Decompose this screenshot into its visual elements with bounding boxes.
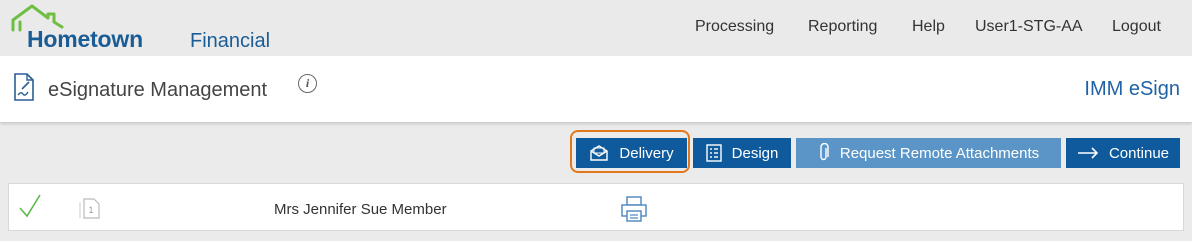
printer-icon[interactable] [620,196,648,222]
document-count: 1 [88,205,93,215]
brand-logo[interactable]: Hometown Financial [10,4,290,54]
signature-document-icon [14,73,34,101]
check-icon [19,194,41,218]
page-title: eSignature Management [48,79,268,101]
brand-name-primary: Hometown [27,26,143,52]
nav-user-account[interactable]: User1-STG-AA [975,17,1083,37]
delivery-button[interactable]: Delivery [576,138,687,168]
paperclip-icon [818,143,830,163]
nav-processing[interactable]: Processing [695,17,774,37]
delivery-button-label: Delivery [619,144,674,162]
continue-button[interactable]: Continue [1066,138,1180,168]
arrow-right-icon [1077,147,1099,159]
document-count-icon: 1 [79,198,100,219]
design-button[interactable]: Design [693,138,791,168]
continue-button-label: Continue [1108,144,1170,162]
nav-logout[interactable]: Logout [1112,17,1161,37]
brand-name-secondary: Financial [190,30,271,52]
request-remote-attachments-button[interactable]: Request Remote Attachments [796,138,1061,168]
nav-reporting[interactable]: Reporting [808,17,877,37]
recipient-name: Mrs Jennifer Sue Member [274,201,447,218]
list-icon [705,144,722,162]
request-remote-attachments-label: Request Remote Attachments [839,144,1040,162]
design-button-label: Design [731,144,779,162]
list-item[interactable]: 1 Mrs Jennifer Sue Member [8,183,1184,231]
info-icon[interactable]: i [298,74,317,93]
top-header: Hometown Financial Processing Reporting … [0,0,1192,56]
nav-help[interactable]: Help [912,17,945,37]
page-title-bar: eSignature Management i IMM eSign [0,56,1192,122]
app-name: IMM eSign [1084,78,1180,100]
envelope-icon [589,145,609,161]
